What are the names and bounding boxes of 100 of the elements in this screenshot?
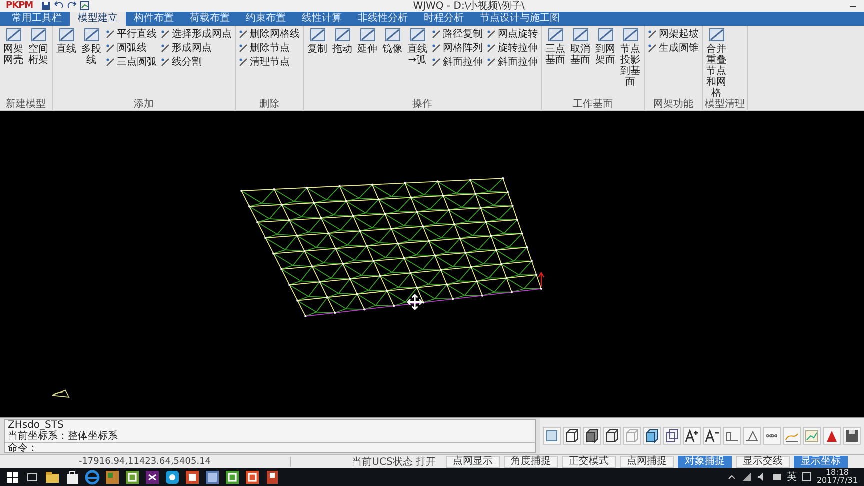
- group-label: 网架功能: [652, 99, 694, 110]
- ribbon-button[interactable]: 清理节点: [238, 55, 301, 69]
- line-node-icon: [648, 44, 657, 52]
- save-icon[interactable]: [41, 1, 52, 11]
- line-chart-icon[interactable]: [803, 427, 821, 445]
- app-tile-icon[interactable]: [124, 468, 141, 486]
- ucs-icon: [52, 390, 70, 398]
- line-node-icon: [161, 30, 170, 38]
- ribbon-button[interactable]: 删除节点: [238, 41, 301, 55]
- ribbon-button[interactable]: 斜面拉伸: [486, 55, 539, 69]
- ribbon-tab[interactable]: 时程分析: [416, 12, 472, 26]
- group-label: 新建模型: [5, 99, 47, 110]
- ribbon-button[interactable]: 网架起坡: [647, 27, 700, 41]
- ribbon-button[interactable]: 平行直线: [105, 27, 158, 41]
- ribbon-button[interactable]: 生成圆锥: [647, 41, 700, 55]
- ribbon-button[interactable]: 线分割: [160, 55, 233, 69]
- clock-date[interactable]: 2017/7/31: [816, 477, 858, 485]
- group-label: 添加: [133, 99, 155, 110]
- app-tile-icon[interactable]: [184, 468, 201, 486]
- input-method-indicator[interactable]: 英: [786, 470, 797, 484]
- infinity-icon[interactable]: [763, 427, 781, 445]
- mode-toggle[interactable]: 点网捕捉: [620, 456, 674, 468]
- ribbon-button[interactable]: 圆弧线: [105, 41, 158, 55]
- group-label: 操作: [412, 99, 434, 110]
- network-icon[interactable]: [742, 472, 752, 482]
- undo-icon[interactable]: [54, 1, 64, 11]
- app-tile-icon[interactable]: [264, 468, 281, 486]
- ribbon-tab[interactable]: 非线性分析: [350, 12, 416, 26]
- shaded-cube-icon[interactable]: [643, 427, 661, 445]
- ribbon-tab[interactable]: 线性计算: [294, 12, 350, 26]
- app-tile-icon[interactable]: [224, 468, 241, 486]
- line-node-icon: [161, 44, 170, 52]
- ribbon-button[interactable]: 取消基面: [569, 27, 592, 66]
- mode-toggle[interactable]: 点网显示: [446, 456, 500, 468]
- ucs-status: 当前UCS状态 打开: [351, 456, 437, 468]
- clock-time[interactable]: 18:18: [826, 469, 850, 477]
- line-node-icon: [161, 58, 170, 66]
- ribbon-tab[interactable]: 节点设计与施工图: [472, 12, 568, 26]
- ribbon-button[interactable]: 选择形成网点: [160, 27, 233, 41]
- ribbon-button[interactable]: 三点基面: [544, 27, 567, 66]
- ribbon-button[interactable]: 网格阵列: [431, 41, 484, 55]
- group-label: 模型清理: [705, 99, 745, 110]
- font-larger-icon[interactable]: [683, 427, 701, 445]
- ribbon-button[interactable]: 拖动: [331, 27, 354, 55]
- ribbon-button[interactable]: 旋转拉伸: [486, 41, 539, 55]
- app-tile-icon[interactable]: [244, 468, 261, 486]
- line-node-icon: [106, 30, 115, 38]
- ribbon-button[interactable]: 节点投影到基面: [619, 27, 642, 88]
- ribbon-button[interactable]: 形成网点: [160, 41, 233, 55]
- app-tile-icon[interactable]: [204, 468, 221, 486]
- redo-icon[interactable]: [67, 1, 78, 11]
- ribbon-tab[interactable]: 约束布置: [238, 12, 294, 26]
- app-tile-icon[interactable]: [104, 468, 121, 486]
- transparent-cube-icon[interactable]: [663, 427, 681, 445]
- ribbon-button[interactable]: 直线→弧: [406, 27, 429, 66]
- ribbon-button[interactable]: 镜像: [381, 27, 404, 55]
- group-label: 删除: [258, 99, 280, 110]
- ribbon-button[interactable]: 网架网壳: [2, 27, 25, 66]
- shopping-bag-icon[interactable]: [64, 468, 81, 486]
- ribbon-tab[interactable]: 构件布置: [126, 12, 182, 26]
- ribbon-button[interactable]: 到网架面: [594, 27, 617, 66]
- line-node-icon: [106, 58, 115, 66]
- coordinate-readout: -17916.94,11423.64,5405.14: [0, 456, 291, 466]
- ribbon-button[interactable]: 路径复制: [431, 27, 484, 41]
- mode-toggle[interactable]: 显示交线: [736, 456, 790, 468]
- ribbon-button[interactable]: 延伸: [356, 27, 379, 55]
- ribbon-button[interactable]: 复制: [306, 27, 329, 55]
- curve-chart-icon[interactable]: [783, 427, 801, 445]
- line-node-icon: [432, 58, 441, 66]
- chart-icon[interactable]: [80, 1, 90, 11]
- line-node-icon: [432, 44, 441, 52]
- wireframe-cube-icon[interactable]: [563, 427, 581, 445]
- ribbon-button[interactable]: 三点圆弧: [105, 55, 158, 69]
- line-node-icon: [239, 58, 248, 66]
- ribbon-button[interactable]: 空间桁架: [27, 27, 50, 66]
- ribbon-button[interactable]: 合并重叠节点和网格: [705, 27, 728, 99]
- axis-arrow-icon: [538, 272, 545, 288]
- mode-toggle[interactable]: 正交模式: [562, 456, 616, 468]
- app-tile-icon[interactable]: [164, 468, 181, 486]
- hidden-line-cube-icon[interactable]: [603, 427, 621, 445]
- line-node-icon: [106, 44, 115, 52]
- mode-toggle[interactable]: 显示坐标: [794, 456, 848, 468]
- font-smaller-icon[interactable]: [703, 427, 721, 445]
- browser-e-icon[interactable]: [84, 468, 101, 486]
- mode-toggle[interactable]: 对象捕捉: [678, 456, 732, 468]
- ribbon-button[interactable]: 删除网格线: [238, 27, 301, 41]
- solid-cube-icon[interactable]: [583, 427, 601, 445]
- ribbon-button[interactable]: 直线: [55, 27, 78, 55]
- ribbon-tab[interactable]: 模型建立: [70, 12, 126, 26]
- ribbon-tab[interactable]: 常用工具栏: [4, 12, 70, 26]
- ribbon-tab[interactable]: 荷载布置: [182, 12, 238, 26]
- mode-toggle[interactable]: 角度捕捉: [504, 456, 558, 468]
- line-node-icon: [239, 44, 248, 52]
- app-tile-icon[interactable]: [144, 468, 161, 486]
- ribbon-button[interactable]: 斜面拉伸: [431, 55, 484, 69]
- save-icon[interactable]: [843, 427, 861, 445]
- ribbon-button[interactable]: 多段线: [80, 27, 103, 66]
- ribbon-button[interactable]: 网点旋转: [486, 27, 539, 41]
- line-node-icon: [487, 58, 496, 66]
- line-node-icon: [239, 30, 248, 38]
